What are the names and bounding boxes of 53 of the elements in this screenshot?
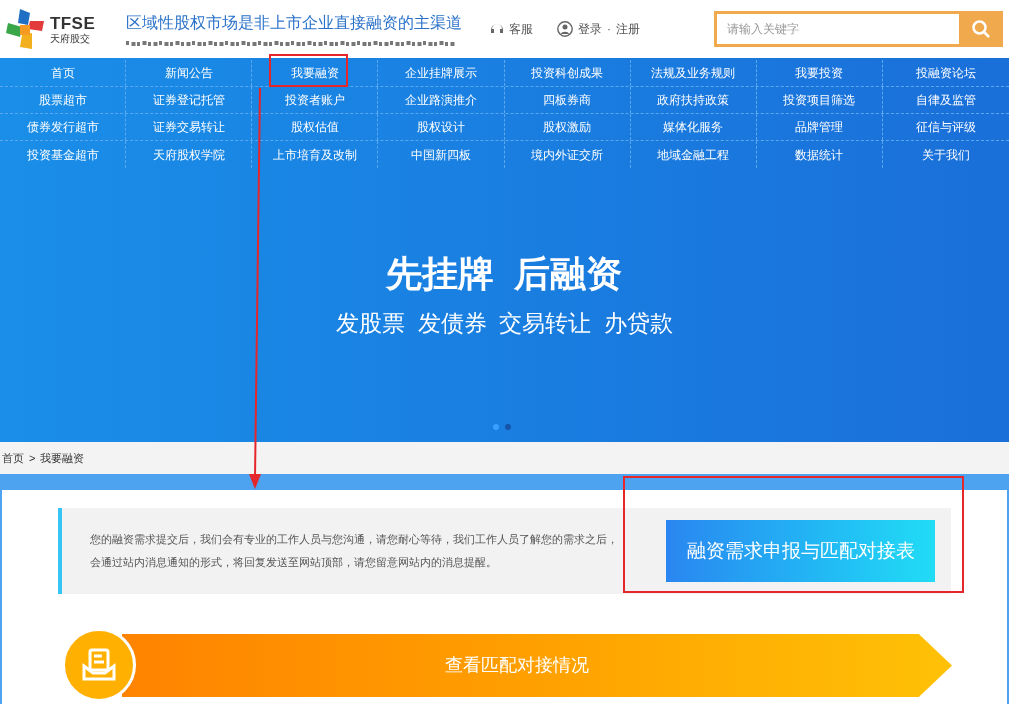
nav-link[interactable]: 新闻公告 xyxy=(126,60,253,86)
logo-subtext: 天府股交 xyxy=(50,33,91,44)
nav-link[interactable]: 中国新四板 xyxy=(378,141,505,168)
nav-link[interactable]: 关于我们 xyxy=(882,141,1009,168)
nav-link[interactable]: 证券交易转让 xyxy=(126,114,253,140)
nav-link[interactable]: 上市培育及改制 xyxy=(252,141,379,168)
banner-subtitle: 发股票 发债券 交易转让 办贷款 xyxy=(335,312,674,335)
nav-link[interactable]: 证券登记托管 xyxy=(126,87,253,113)
nav-link[interactable]: 我要融资 xyxy=(252,60,379,86)
nav-link[interactable]: 数据统计 xyxy=(756,141,883,168)
nav-link[interactable]: 地域金融工程 xyxy=(630,141,757,168)
search-button[interactable] xyxy=(959,11,1003,47)
nav-link[interactable]: 投资基金超市 xyxy=(0,141,127,168)
login-link[interactable]: 登录 xyxy=(578,20,602,38)
nav-link[interactable]: 媒体化服务 xyxy=(630,114,757,140)
nav-link[interactable]: 四板券商 xyxy=(504,87,631,113)
nav-link[interactable]: 企业路演推介 xyxy=(378,87,505,113)
slogan: 区域性股权市场是非上市企业直接融资的主渠道 xyxy=(126,13,463,33)
nav-link[interactable]: 政府扶持政策 xyxy=(630,87,757,113)
user-icon[interactable] xyxy=(557,21,573,37)
nav-link[interactable]: 投融资论坛 xyxy=(882,60,1009,86)
breadcrumb-home[interactable]: 首页 xyxy=(2,449,24,467)
nav-link[interactable]: 股权设计 xyxy=(378,114,505,140)
nav-link[interactable]: 债券发行超市 xyxy=(0,114,127,140)
register-link[interactable]: 注册 xyxy=(616,20,640,38)
nav-link[interactable]: 品牌管理 xyxy=(756,114,883,140)
nav-link[interactable]: 企业挂牌展示 xyxy=(378,60,505,86)
document-tray-icon xyxy=(81,647,117,683)
nav-link[interactable]: 自律及监管 xyxy=(882,87,1009,113)
nav-link[interactable]: 我要投资 xyxy=(756,60,883,86)
nav-link[interactable]: 首页 xyxy=(0,60,127,86)
search-icon xyxy=(971,19,991,39)
nav-link[interactable]: 股权激励 xyxy=(504,114,631,140)
nav-link[interactable]: 股票超市 xyxy=(0,87,127,113)
notice-text: 您的融资需求提交后，我们会有专业的工作人员与您沟通，请您耐心等待，我们工作人员了解您的需求之后，会通过站内消息通知的形式，将回复发送至网站顶部，请您留意网站内的消息提醒。 xyxy=(90,532,619,570)
nav-link[interactable]: 股权估值 xyxy=(252,114,379,140)
nav-link[interactable]: 征信与评级 xyxy=(882,114,1009,140)
nav-link[interactable]: 投资者账户 xyxy=(252,87,379,113)
breadcrumb-separator: > xyxy=(29,450,36,466)
banner-title: 先挂牌 后融资 xyxy=(386,256,623,292)
logo-text: TFSE xyxy=(50,14,96,32)
separator-dot: · xyxy=(607,21,611,38)
service-link[interactable]: 客服 xyxy=(509,20,533,38)
nav-link[interactable]: 法规及业务规则 xyxy=(630,60,757,86)
breadcrumb-current: 我要融资 xyxy=(40,450,85,466)
search-field[interactable]: 请输入关键字 xyxy=(714,11,959,47)
apply-form-button[interactable]: 融资需求申报与匹配对接表 xyxy=(666,520,935,582)
logo-icon xyxy=(6,7,46,51)
nav-link[interactable]: 天府股权学院 xyxy=(126,141,253,168)
nav-link[interactable]: 投资科创成果 xyxy=(504,60,631,86)
nav-link[interactable]: 投资项目筛选 xyxy=(756,87,883,113)
nav-link[interactable]: 境内外证交所 xyxy=(504,141,631,168)
match-status-label: 查看匹配对接情况 xyxy=(445,654,589,677)
